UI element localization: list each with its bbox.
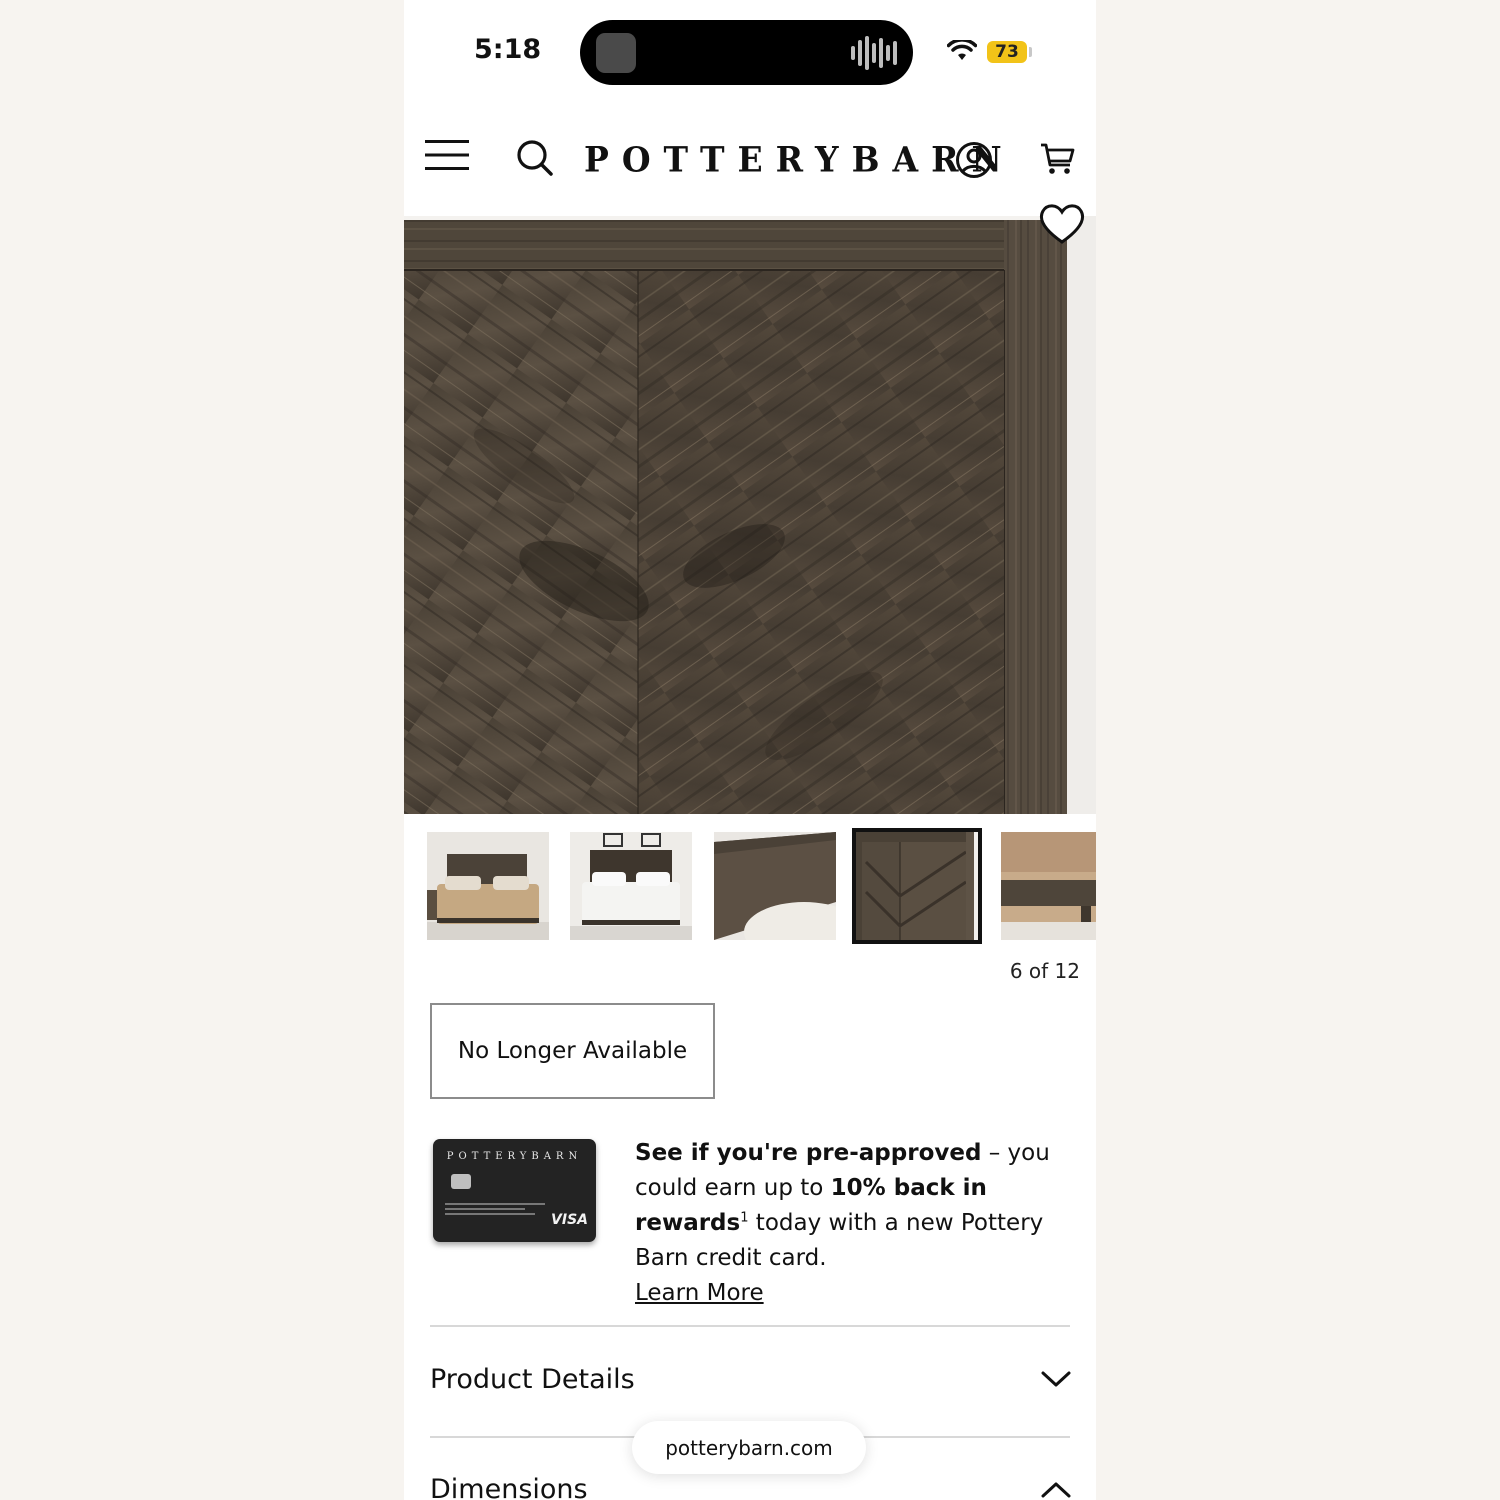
phone-screen: 5:18 73 POTTERYBARN 6 of 12 No Longer Av… bbox=[404, 0, 1096, 1500]
audio-waveform-icon bbox=[851, 34, 897, 72]
menu-icon[interactable] bbox=[425, 139, 469, 171]
promo-footnote-mark: 1 bbox=[740, 1210, 749, 1226]
thumbnail-5[interactable] bbox=[1001, 832, 1096, 940]
card-brand-logo: POTTERYBARN bbox=[446, 1151, 583, 1162]
thumbnail-3[interactable] bbox=[714, 832, 836, 940]
card-chip-icon bbox=[451, 1174, 471, 1189]
now-playing-app-icon bbox=[596, 33, 636, 73]
account-icon[interactable] bbox=[955, 141, 993, 179]
card-network-logo: VISA bbox=[551, 1212, 588, 1228]
product-details-accordion[interactable]: Product Details bbox=[430, 1364, 635, 1395]
chevron-down-icon[interactable] bbox=[1040, 1369, 1072, 1389]
brand-logo[interactable]: POTTERYBARN bbox=[584, 139, 1002, 180]
dimensions-accordion[interactable]: Dimensions bbox=[430, 1474, 588, 1500]
wifi-icon bbox=[947, 40, 977, 60]
thumbnail-4-selected[interactable] bbox=[852, 828, 982, 944]
thumbnail-strip bbox=[404, 828, 1096, 946]
chevron-up-icon[interactable] bbox=[1040, 1480, 1072, 1500]
status-time: 5:18 bbox=[474, 34, 542, 65]
product-hero-image[interactable] bbox=[404, 216, 1096, 814]
card-fine-print bbox=[445, 1203, 545, 1218]
cart-icon[interactable] bbox=[1040, 141, 1076, 177]
favorite-heart-icon[interactable] bbox=[1037, 200, 1087, 246]
gallery-counter: 6 of 12 bbox=[1009, 959, 1080, 983]
credit-promo-text: See if you're pre-approved – you could e… bbox=[635, 1136, 1080, 1311]
learn-more-link[interactable]: Learn More bbox=[635, 1280, 764, 1306]
credit-card-image: POTTERYBARN VISA bbox=[433, 1139, 596, 1242]
thumbnail-1[interactable] bbox=[427, 832, 549, 940]
promo-headline: See if you're pre-approved bbox=[635, 1140, 982, 1166]
battery-indicator: 73 bbox=[987, 41, 1027, 63]
divider bbox=[430, 1325, 1070, 1327]
battery-tip bbox=[1029, 47, 1032, 57]
thumbnail-2[interactable] bbox=[570, 832, 692, 940]
search-icon[interactable] bbox=[515, 138, 555, 178]
browser-url-bar[interactable]: potterybarn.com bbox=[632, 1421, 866, 1474]
availability-status: No Longer Available bbox=[430, 1003, 715, 1099]
dynamic-island bbox=[580, 20, 913, 85]
